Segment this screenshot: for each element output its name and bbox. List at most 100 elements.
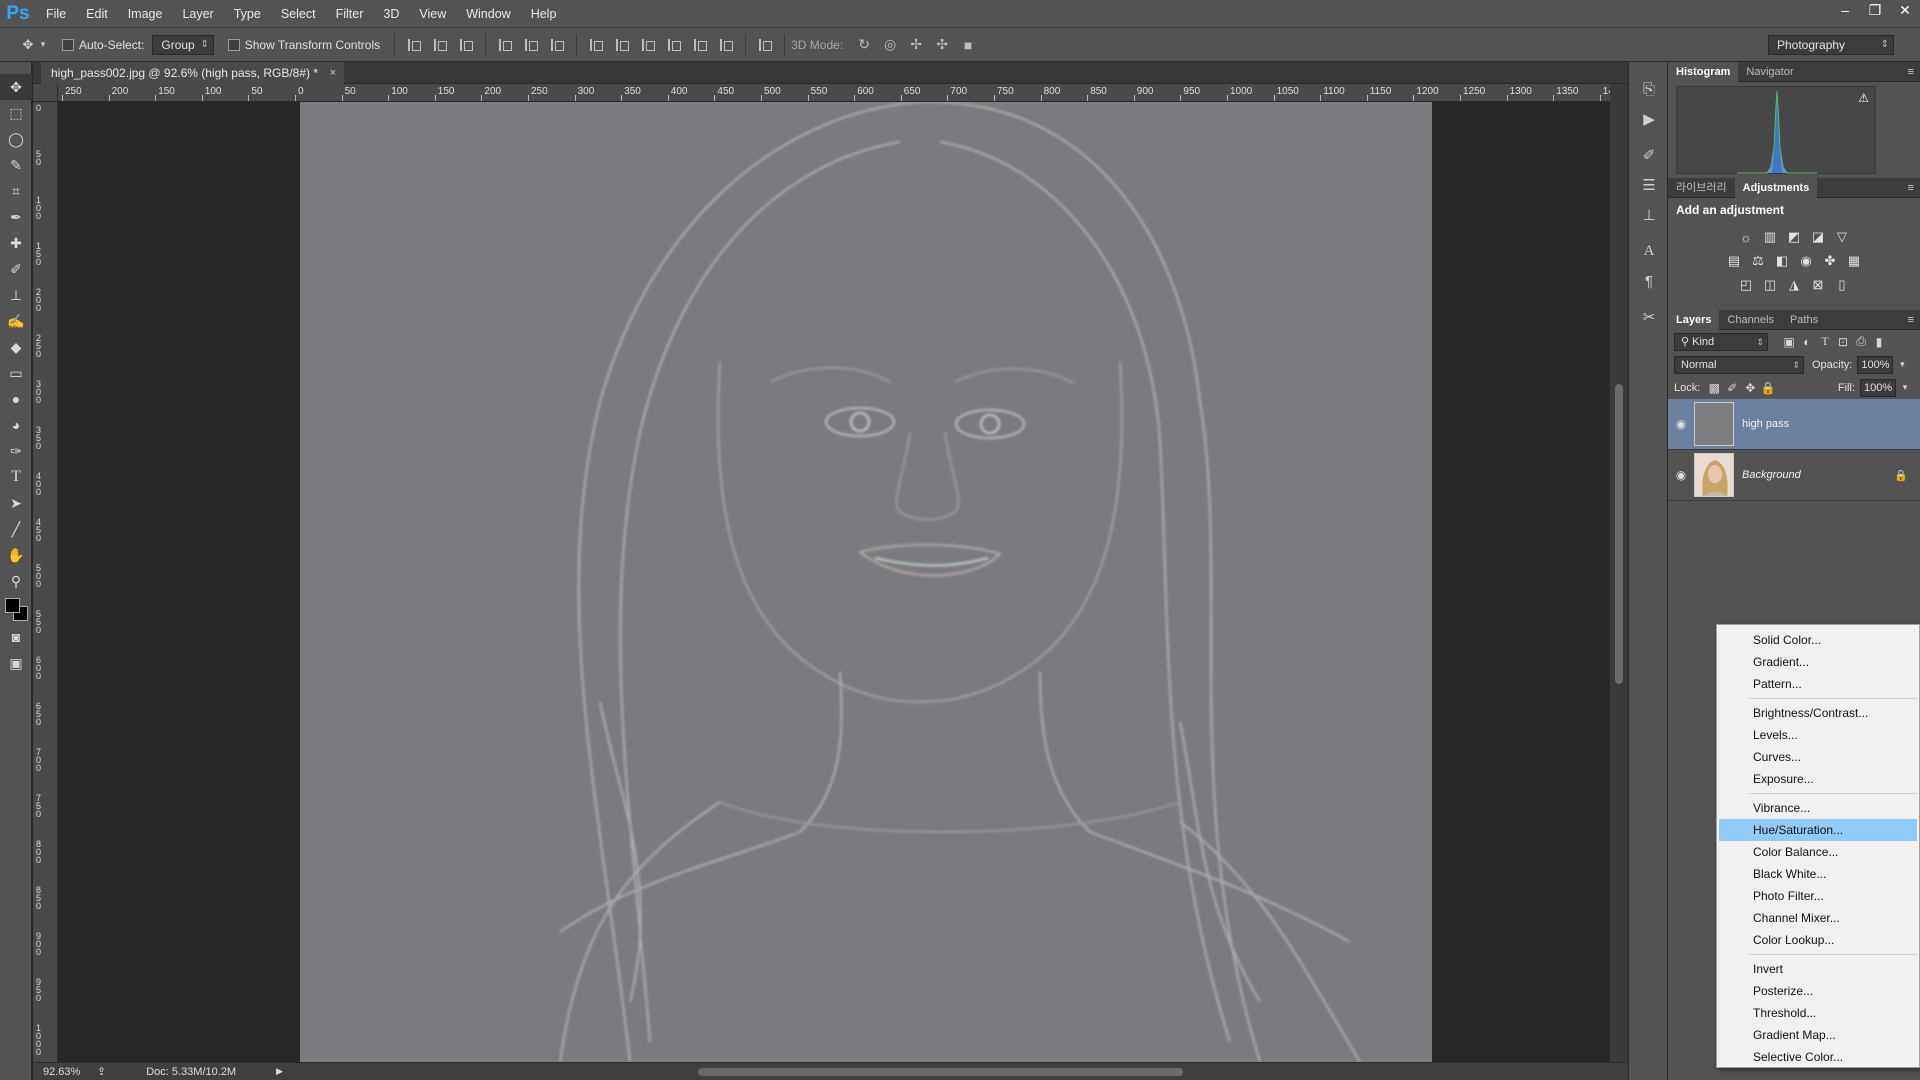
menu-item-curves[interactable]: Curves... bbox=[1719, 746, 1917, 768]
brush-panel-icon[interactable]: ✐ bbox=[1629, 140, 1669, 170]
invert-icon[interactable]: ◰ bbox=[1735, 276, 1757, 294]
brush-presets-icon[interactable]: ☰ bbox=[1629, 170, 1669, 200]
ruler-horizontal[interactable]: 250 200 150 100 50 0 50 100 150 200 250 300 350 400 45… bbox=[58, 84, 1614, 102]
menu-help[interactable]: Help bbox=[521, 0, 567, 28]
zoom-tool-icon[interactable]: ⚲ bbox=[0, 568, 32, 594]
layer-row-background[interactable]: ◉ Background 🔒 bbox=[1668, 450, 1920, 501]
menu-item-threshold[interactable]: Threshold... bbox=[1719, 1002, 1917, 1024]
pen-tool-icon[interactable]: ✑ bbox=[0, 438, 32, 464]
color-lookup-icon[interactable]: ▦ bbox=[1843, 252, 1865, 270]
brightness-icon[interactable]: ☼ bbox=[1735, 228, 1757, 246]
menu-item-invert[interactable]: Invert bbox=[1719, 958, 1917, 980]
screen-mode-icon[interactable]: ▣ bbox=[0, 650, 32, 676]
tab-layers[interactable]: Layers bbox=[1668, 309, 1720, 330]
tab-histogram[interactable]: Histogram bbox=[1668, 61, 1739, 82]
levels-icon[interactable]: ▥ bbox=[1759, 228, 1781, 246]
type-tool-icon[interactable]: T bbox=[0, 464, 32, 490]
menu-item-color-lookup[interactable]: Color Lookup... bbox=[1719, 929, 1917, 951]
tab-channels[interactable]: Channels bbox=[1719, 310, 1781, 330]
distribute-bottom-icon[interactable] bbox=[639, 36, 657, 54]
pan-3d-icon[interactable]: ✢ bbox=[906, 36, 926, 54]
color-balance-icon[interactable]: ⚖ bbox=[1747, 252, 1769, 270]
filter-adjustment-icon[interactable]: ◐ bbox=[1798, 335, 1816, 349]
path-select-tool-icon[interactable]: ➤ bbox=[0, 490, 32, 516]
menu-image[interactable]: Image bbox=[118, 0, 173, 28]
menu-item-selective-color[interactable]: Selective Color... bbox=[1719, 1046, 1917, 1068]
blend-mode-dropdown[interactable]: Normal bbox=[1674, 355, 1804, 374]
move-tool-icon[interactable]: ✥ bbox=[0, 74, 32, 100]
black-white-icon[interactable]: ◧ bbox=[1771, 252, 1793, 270]
vertical-scrollbar-thumb[interactable] bbox=[1615, 384, 1623, 684]
healing-brush-tool-icon[interactable]: ✚ bbox=[0, 230, 32, 256]
history-brush-tool-icon[interactable]: ✍ bbox=[0, 308, 32, 334]
share-icon[interactable]: ⇪ bbox=[97, 1065, 106, 1078]
curves-icon[interactable]: ◩ bbox=[1783, 228, 1805, 246]
line-tool-icon[interactable]: ╱ bbox=[0, 516, 32, 542]
align-hcenter-icon[interactable] bbox=[522, 36, 540, 54]
ruler-origin[interactable] bbox=[33, 84, 58, 102]
align-vcenter-icon[interactable] bbox=[431, 36, 449, 54]
blur-tool-icon[interactable]: ● bbox=[0, 386, 32, 412]
tab-adjustments[interactable]: Adjustments bbox=[1734, 177, 1818, 198]
eye-icon[interactable]: ◉ bbox=[1668, 468, 1694, 482]
lasso-tool-icon[interactable]: ◯ bbox=[0, 126, 32, 152]
align-top-icon[interactable] bbox=[405, 36, 423, 54]
move-tool-preset-icon[interactable]: ✥ bbox=[18, 35, 38, 55]
close-button[interactable]: ✕ bbox=[1890, 0, 1920, 20]
document-image[interactable] bbox=[300, 102, 1432, 1062]
histogram-warning-icon[interactable]: ⚠ bbox=[1858, 91, 1869, 105]
lock-position-icon[interactable]: ✥ bbox=[1741, 381, 1759, 395]
eraser-tool-icon[interactable]: ◆ bbox=[0, 334, 32, 360]
distribute-vcenter-icon[interactable] bbox=[613, 36, 631, 54]
align-right-icon[interactable] bbox=[548, 36, 566, 54]
auto-select-dropdown[interactable]: Group bbox=[152, 34, 214, 55]
horizontal-scrollbar-thumb[interactable] bbox=[698, 1068, 1183, 1076]
clone-source-icon[interactable]: ⊥ bbox=[1629, 200, 1669, 230]
lock-transparent-icon[interactable]: ▩ bbox=[1705, 381, 1723, 395]
menu-item-posterize[interactable]: Posterize... bbox=[1719, 980, 1917, 1002]
menu-item-channel-mixer[interactable]: Channel Mixer... bbox=[1719, 907, 1917, 929]
hand-tool-icon[interactable]: ✋ bbox=[0, 542, 32, 568]
layer-row-high-pass[interactable]: ◉ high pass bbox=[1668, 399, 1920, 450]
restore-button[interactable]: ❐ bbox=[1860, 0, 1890, 20]
menu-edit[interactable]: Edit bbox=[76, 0, 118, 28]
menu-3d[interactable]: 3D bbox=[373, 0, 409, 28]
foreground-color-swatch[interactable] bbox=[5, 598, 20, 613]
eyedropper-tool-icon[interactable]: ✒ bbox=[0, 204, 32, 230]
tool-presets-icon[interactable]: ✂ bbox=[1629, 302, 1669, 332]
filter-pixel-icon[interactable]: ▣ bbox=[1780, 335, 1798, 349]
distribute-left-icon[interactable] bbox=[665, 36, 683, 54]
clone-stamp-tool-icon[interactable]: ⊥ bbox=[0, 282, 32, 308]
menu-item-hue-saturation[interactable]: Hue/Saturation... bbox=[1719, 819, 1917, 841]
menu-item-solid-color[interactable]: Solid Color... bbox=[1719, 629, 1917, 651]
quick-mask-icon[interactable]: ◙ bbox=[0, 624, 32, 650]
distribute-right-icon[interactable] bbox=[717, 36, 735, 54]
panel-menu-icon[interactable]: ≡ bbox=[1908, 310, 1914, 330]
filter-type-icon[interactable]: T bbox=[1816, 334, 1834, 349]
menu-select[interactable]: Select bbox=[271, 0, 326, 28]
slide-3d-icon[interactable]: ✣ bbox=[932, 36, 952, 54]
tab-libraries[interactable]: 라이브러리 bbox=[1668, 178, 1735, 198]
close-icon[interactable]: × bbox=[330, 62, 336, 84]
menu-item-color-balance[interactable]: Color Balance... bbox=[1719, 841, 1917, 863]
actions-panel-icon[interactable]: ▶ bbox=[1629, 104, 1669, 134]
document-tab[interactable]: high_pass002.jpg @ 92.6% (high pass, RGB… bbox=[41, 62, 345, 84]
hue-saturation-icon[interactable]: ▤ bbox=[1723, 252, 1745, 270]
quick-select-tool-icon[interactable]: ✎ bbox=[0, 152, 32, 178]
menu-filter[interactable]: Filter bbox=[326, 0, 374, 28]
selective-color-icon[interactable]: ⊠ bbox=[1807, 276, 1829, 294]
filter-toggle-icon[interactable]: ▮ bbox=[1870, 335, 1888, 349]
vibrance-icon[interactable]: ▽ bbox=[1831, 228, 1853, 246]
lock-image-icon[interactable]: ✐ bbox=[1723, 381, 1741, 395]
orbit-3d-icon[interactable]: ↻ bbox=[854, 36, 874, 54]
menu-item-vibrance[interactable]: Vibrance... bbox=[1719, 797, 1917, 819]
filter-shape-icon[interactable]: ⊡ bbox=[1834, 335, 1852, 349]
ruler-vertical[interactable]: 0 50 100 150 200 250 300 350 400 450 500 550 600 650 7… bbox=[33, 102, 58, 1062]
lock-all-icon[interactable]: 🔒 bbox=[1759, 381, 1777, 395]
align-left-icon[interactable] bbox=[496, 36, 514, 54]
marquee-tool-icon[interactable]: ⬚ bbox=[0, 100, 32, 126]
menu-layer[interactable]: Layer bbox=[172, 0, 223, 28]
fill-field[interactable]: 100% bbox=[1860, 378, 1896, 397]
menu-item-levels[interactable]: Levels... bbox=[1719, 724, 1917, 746]
document-size[interactable]: Doc: 5.33M/10.2M bbox=[146, 1066, 236, 1078]
